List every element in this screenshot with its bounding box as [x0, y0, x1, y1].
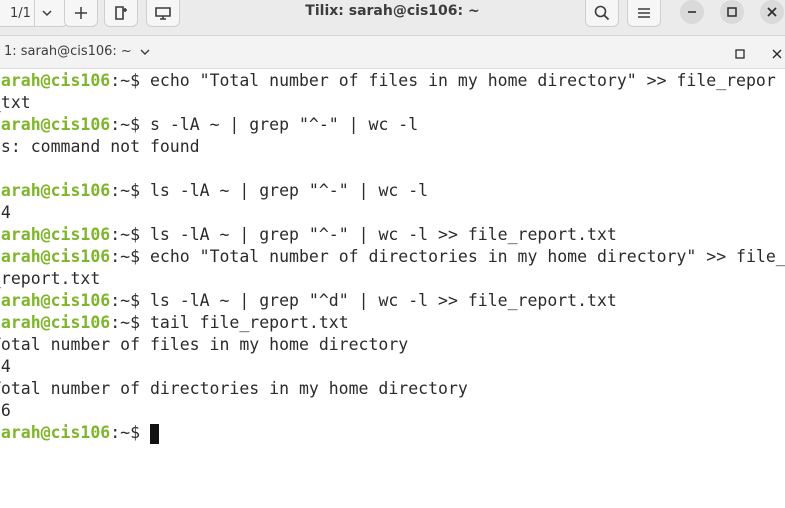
maximize-icon	[735, 49, 745, 59]
prompt-line: sarah@cis106:~$ echo "Total number of fi…	[0, 70, 776, 92]
command-text: s -lA ~ | grep "^-" | wc -l	[140, 115, 419, 134]
chevron-down-icon	[140, 49, 150, 55]
prompt-line: sarah@cis106:~$ s -lA ~ | grep "^-" | wc…	[0, 114, 418, 136]
maximize-button[interactable]	[720, 0, 744, 24]
prompt-path: :~$	[110, 181, 141, 200]
prompt-user: sarah@cis106	[0, 71, 111, 90]
text-cursor	[149, 423, 159, 444]
terminal-maximize-button[interactable]	[734, 45, 746, 64]
minimize-button[interactable]	[680, 0, 704, 24]
output-line: 24	[0, 203, 11, 222]
hamburger-menu-icon	[638, 8, 650, 18]
prompt-path: :~$	[110, 247, 141, 266]
prompt-path: :~$	[110, 291, 141, 310]
prompt-line: sarah@cis106:~$ ls -lA ~ | grep "^d" | w…	[0, 290, 617, 312]
prompt-user: sarah@cis106	[0, 181, 111, 200]
terminal-title-label: 1: sarah@cis106: ~	[4, 44, 132, 59]
output-line: _txt	[0, 93, 31, 112]
search-icon	[594, 5, 610, 21]
close-icon	[767, 7, 777, 17]
prompt-path: :~$	[110, 313, 141, 332]
output-line: 26	[0, 401, 11, 420]
prompt-line: sarah@cis106:~$ tail file_report.txt	[0, 312, 349, 334]
command-text	[140, 423, 150, 442]
command-text: echo "Total number of directories in my …	[140, 247, 785, 266]
command-text: echo "Total number of files in my home d…	[140, 71, 776, 90]
prompt-path: :~$	[110, 423, 141, 442]
terminal-titlebar: 1: sarah@cis106: ~	[0, 36, 785, 69]
prompt-line: sarah@cis106:~$ echo "Total number of di…	[0, 246, 785, 268]
prompt-path: :~$	[110, 115, 141, 134]
maximize-icon	[727, 7, 737, 17]
terminal-close-button[interactable]	[771, 45, 783, 64]
output-line: 0	[0, 158, 1, 180]
minimize-icon	[688, 11, 696, 13]
close-window-button[interactable]	[760, 0, 784, 24]
command-text: ls -lA ~ | grep "^-" | wc -l >> file_rep…	[140, 225, 617, 244]
output-line: 24	[0, 357, 11, 376]
prompt-user: sarah@cis106	[0, 291, 111, 310]
prompt-line: sarah@cis106:~$ ls -lA ~ | grep "^-" | w…	[0, 180, 428, 202]
prompt-user: sarah@cis106	[0, 313, 111, 332]
header-bar: 1/1 Tilix: sarah@cis106: ~	[0, 0, 785, 36]
window-title: Tilix: sarah@cis106: ~	[305, 3, 480, 19]
prompt-user: sarah@cis106	[0, 247, 111, 266]
prompt-user: sarah@cis106	[0, 115, 111, 134]
close-icon	[772, 49, 782, 59]
output-line: ls: command not found	[0, 137, 200, 156]
menu-button[interactable]	[627, 0, 661, 27]
prompt-path: :~$	[110, 225, 141, 244]
output-line: _report.txt	[0, 269, 101, 288]
output-line: Total number of directories in my home d…	[0, 379, 468, 398]
output-line: Total number of files in my home directo…	[0, 335, 409, 354]
terminal-output[interactable]: sarah@cis106:~$ echo "Total number of fi…	[0, 70, 785, 508]
prompt-path: :~$	[110, 71, 141, 90]
prompt-line: sarah@cis106:~$ ls -lA ~ | grep "^-" | w…	[0, 224, 617, 246]
command-text: ls -lA ~ | grep "^-" | wc -l	[140, 181, 429, 200]
command-text: ls -lA ~ | grep "^d" | wc -l >> file_rep…	[140, 291, 617, 310]
command-text: tail file_report.txt	[140, 313, 349, 332]
prompt-user: sarah@cis106	[0, 225, 111, 244]
search-button[interactable]	[585, 0, 619, 27]
terminal-title-menu[interactable]: 1: sarah@cis106: ~	[4, 44, 151, 59]
prompt-line: sarah@cis106:~$	[0, 422, 159, 444]
prompt-user: sarah@cis106	[0, 423, 111, 442]
